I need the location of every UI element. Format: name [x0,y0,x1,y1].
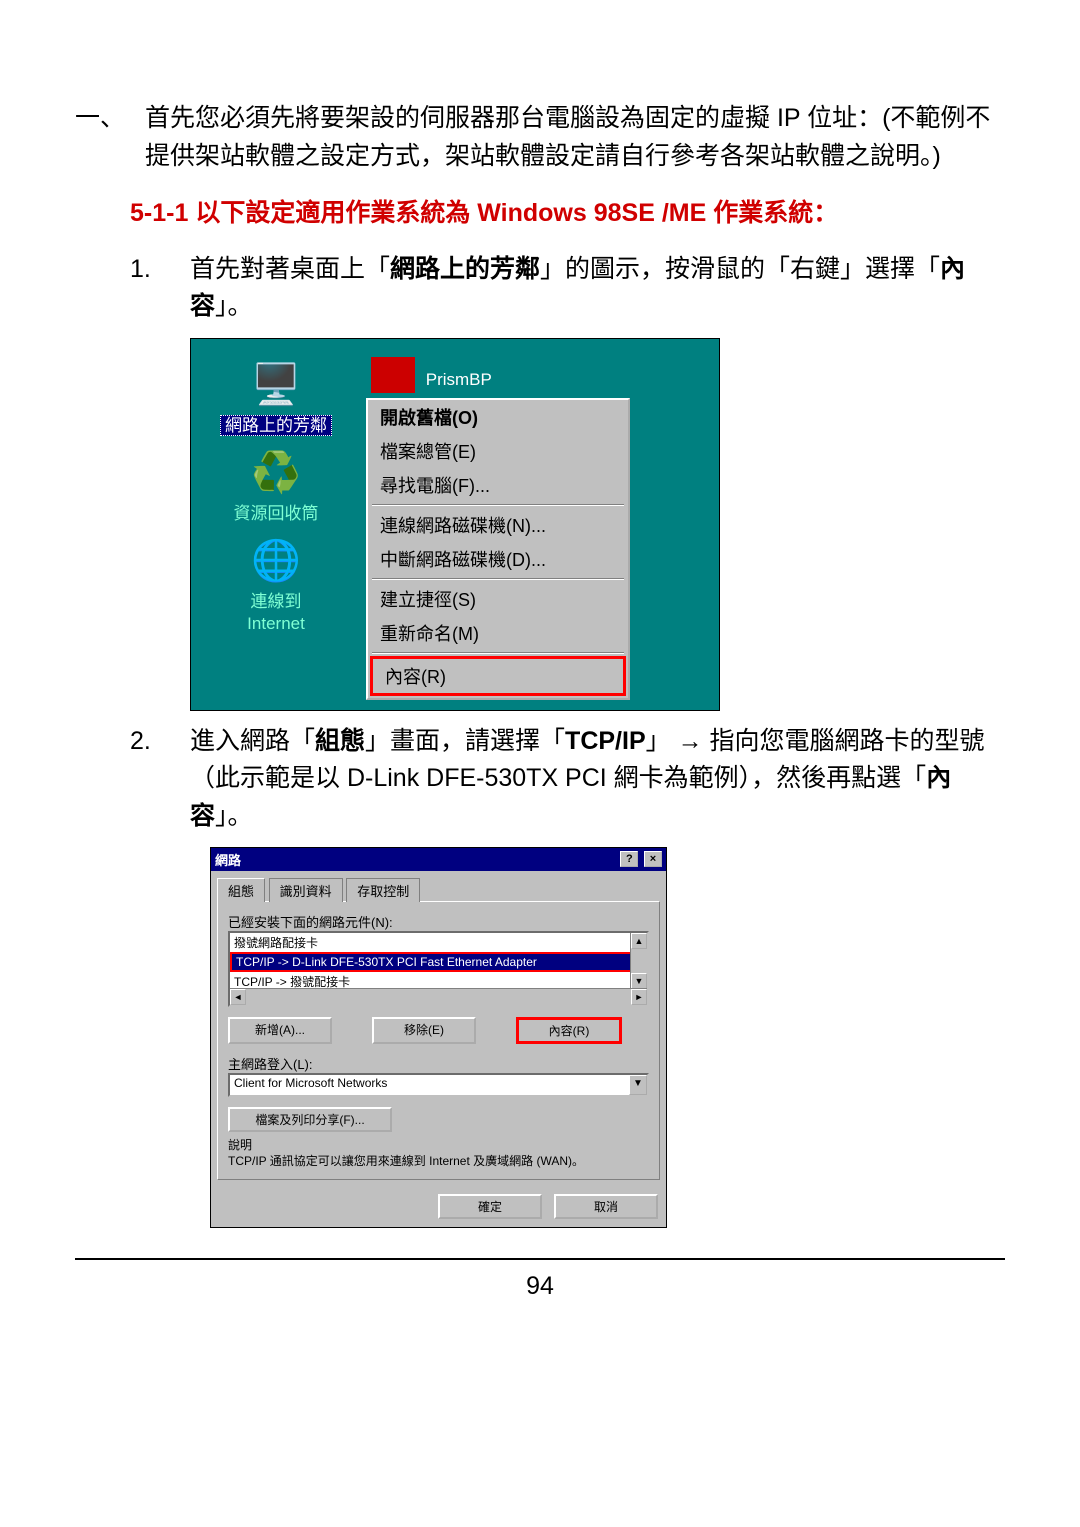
section-text-1: 以下設定適用作業系統為 [188,199,477,227]
dialog-title: 網路 [215,850,241,869]
section-os: Windows 98SE /ME [477,199,706,227]
cancel-button[interactable]: 取消 [554,1194,658,1219]
help-button[interactable]: ? [620,851,638,867]
scroll-right-icon[interactable]: ► [631,989,647,1005]
tab-identification[interactable]: 識別資料 [269,878,343,902]
app-icon [371,357,415,393]
vertical-scrollbar[interactable]: ▲ ▼ [630,933,647,989]
section-number: 5-1-1 [130,199,188,227]
text: 」。 [215,802,253,830]
text: 首先對著桌面上「 [190,255,390,283]
share-button-row: 檔案及列印分享(F)... [228,1107,649,1132]
step-2: 2. 進入網路「組態」畫面，請選擇「TCP/IP」 → 指向您電腦網路卡的型號（… [130,723,1005,836]
context-menu: 開啟舊檔(O) 檔案總管(E) 尋找電腦(F)... 連線網路磁碟機(N)...… [366,398,630,700]
description-label: 說明 [228,1138,649,1154]
computers-icon: 🖥️ [191,359,361,411]
menu-separator [372,578,624,580]
text: 」的圖示，按滑鼠的「右鍵」選擇「 [540,255,940,283]
primary-logon-select[interactable]: Client for Microsoft Networks ▼ [228,1073,649,1097]
step-1: 1. 首先對著桌面上「網路上的芳鄰」的圖示，按滑鼠的「右鍵」選擇「內容」。 [130,251,1005,326]
titlebar-buttons: ? × [618,850,662,869]
list-item-main: 一、 首先您必須先將要架設的伺服器那台電腦設為固定的虛擬 IP 位址：(不範例不… [75,100,1005,175]
scroll-up-icon[interactable]: ▲ [631,933,647,949]
menu-separator [372,504,624,506]
menu-separator [372,652,624,654]
dropdown-icon[interactable]: ▼ [629,1075,647,1095]
globe-icon: 🌐 [191,535,361,587]
ok-button[interactable]: 確定 [438,1194,542,1219]
menu-rename[interactable]: 重新命名(M) [368,616,628,650]
icon-recycle-bin[interactable]: ♻️ 資源回收筒 [191,447,361,525]
list-body: 首先您必須先將要架設的伺服器那台電腦設為固定的虛擬 IP 位址：(不範例不提供架… [145,100,1005,175]
icon-label-2: Internet [191,613,361,635]
step-body: 首先對著桌面上「網路上的芳鄰」的圖示，按滑鼠的「右鍵」選擇「內容」。 [190,251,1005,326]
primary-logon-label: 主網路登入(L): [228,1054,649,1073]
list-marker: 一、 [75,100,145,175]
page-rule [75,1258,1005,1260]
tab-access-control[interactable]: 存取控制 [346,878,420,902]
icon-label: 網路上的芳鄰 [220,415,332,436]
list-item-selected[interactable]: TCP/IP -> D-Link DFE-530TX PCI Fast Ethe… [230,952,647,972]
step-number: 2. [130,723,190,836]
menu-properties[interactable]: 內容(R) [373,659,623,693]
desktop-screenshot: 🖥️ 網路上的芳鄰 ♻️ 資源回收筒 🌐 連線到 Internet [190,338,720,711]
list-item[interactable]: 撥號網路配接卡 [230,933,647,952]
dialog-footer: 確定 取消 [211,1186,666,1227]
menu-map-drive[interactable]: 連線網路磁碟機(N)... [368,508,628,542]
page-number: 94 [75,1272,1005,1301]
text: 」畫面，請選擇「 [365,727,565,755]
description-text: TCP/IP 通訊協定可以讓您用來連線到 Internet 及廣域網路 (WAN… [228,1154,649,1170]
menu-explorer[interactable]: 檔案總管(E) [368,434,628,468]
remove-button[interactable]: 移除(E) [372,1017,476,1044]
add-button[interactable]: 新增(A)... [228,1017,332,1044]
tab-panel-config: 已經安裝下面的網路元件(N): 撥號網路配接卡 TCP/IP -> D-Link… [217,901,660,1180]
icon-label: 連線到 [251,592,302,611]
description-box: 說明 TCP/IP 通訊協定可以讓您用來連線到 Internet 及廣域網路 (… [228,1138,649,1169]
dialog-tabs: 組態 識別資料 存取控制 [211,871,666,901]
horizontal-scrollbar[interactable]: ◄ ► [230,988,647,1005]
icon-label: 資源回收筒 [234,504,319,523]
component-buttons: 新增(A)... 移除(E) 內容(R) [228,1017,649,1044]
desktop-icons-column: 🖥️ 網路上的芳鄰 ♻️ 資源回收筒 🌐 連線到 Internet [191,339,361,645]
icon-prism[interactable]: PrismBP [371,349,719,390]
highlight-box: 內容(R) [370,656,626,696]
icon-connect-to-internet[interactable]: 🌐 連線到 Internet [191,535,361,635]
bold-text: 網路上的芳鄰 [390,255,540,283]
desktop-right-column: PrismBP 開啟舊檔(O) 檔案總管(E) 尋找電腦(F)... 連線網路磁… [361,339,719,710]
menu-open[interactable]: 開啟舊檔(O) [368,400,628,434]
step-number: 1. [130,251,190,326]
text: 進入網路「 [190,727,315,755]
menu-disconnect-drive[interactable]: 中斷網路磁碟機(D)... [368,542,628,576]
properties-button[interactable]: 內容(R) [516,1017,622,1044]
ordered-list: 1. 首先對著桌面上「網路上的芳鄰」的圖示，按滑鼠的「右鍵」選擇「內容」。 🖥️… [130,251,1005,1229]
installed-components-label: 已經安裝下面的網路元件(N): [228,912,649,931]
components-listbox[interactable]: 撥號網路配接卡 TCP/IP -> D-Link DFE-530TX PCI F… [228,931,649,1007]
section-text-2: 作業系統： [706,199,838,227]
step-body: 進入網路「組態」畫面，請選擇「TCP/IP」 → 指向您電腦網路卡的型號（此示範… [190,723,1005,836]
text: 」。 [215,292,253,320]
section-heading: 5-1-1 以下設定適用作業系統為 Windows 98SE /ME 作業系統： [130,195,1005,233]
figure-desktop: 🖥️ 網路上的芳鄰 ♻️ 資源回收筒 🌐 連線到 Internet [190,338,720,711]
scroll-down-icon[interactable]: ▼ [631,973,647,989]
dialog-titlebar: 網路 ? × [211,848,666,871]
menu-find-computer[interactable]: 尋找電腦(F)... [368,468,628,502]
tab-config[interactable]: 組態 [217,878,265,902]
icon-network-neighborhood[interactable]: 🖥️ 網路上的芳鄰 [191,359,361,437]
bold-text: TCP/IP [565,727,646,755]
recycle-icon: ♻️ [191,447,361,499]
figure-network-dialog: 網路 ? × 組態 識別資料 存取控制 已經安裝下面的網路元件(N): 撥號網路… [210,847,665,1228]
menu-create-shortcut[interactable]: 建立捷徑(S) [368,582,628,616]
document-page: 一、 首先您必須先將要架設的伺服器那台電腦設為固定的虛擬 IP 位址：(不範例不… [0,0,1080,1341]
close-button[interactable]: × [644,851,662,867]
network-dialog: 網路 ? × 組態 識別資料 存取控制 已經安裝下面的網路元件(N): 撥號網路… [210,847,667,1228]
icon-label: PrismBP [426,370,492,389]
file-print-sharing-button[interactable]: 檔案及列印分享(F)... [228,1107,392,1132]
select-value: Client for Microsoft Networks [234,1076,387,1090]
scroll-left-icon[interactable]: ◄ [230,989,246,1005]
bold-text: 組態 [315,727,365,755]
